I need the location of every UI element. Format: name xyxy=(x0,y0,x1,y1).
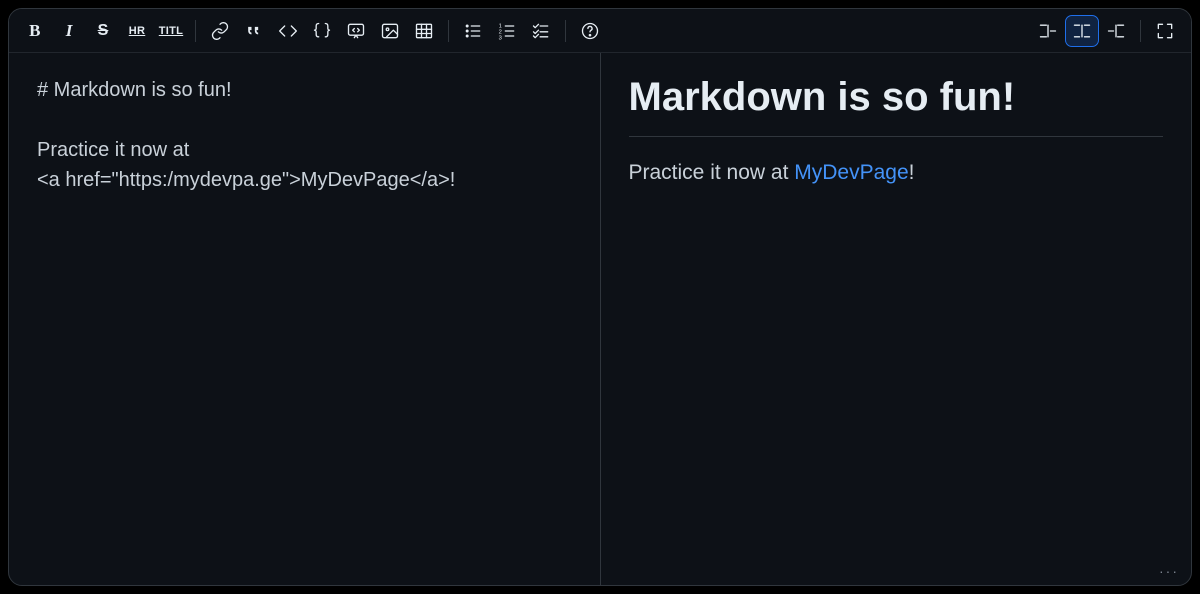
link-button[interactable] xyxy=(204,16,236,46)
toolbar: B I S HR TITL xyxy=(9,9,1191,53)
comment-code-icon xyxy=(346,21,366,41)
toolbar-separator xyxy=(448,20,449,42)
help-button[interactable] xyxy=(574,16,606,46)
preview-text-after: ! xyxy=(909,161,915,184)
image-button[interactable] xyxy=(374,16,406,46)
list-ul-icon xyxy=(463,21,483,41)
title-icon: TITL xyxy=(159,25,183,37)
split-view-button[interactable] xyxy=(1066,16,1098,46)
code-block-button[interactable] xyxy=(306,16,338,46)
code-icon xyxy=(278,21,298,41)
pane-split-icon xyxy=(1072,21,1092,41)
list-ol-icon: 123 xyxy=(497,21,517,41)
preview-pane: Markdown is so fun! Practice it now at M… xyxy=(601,53,1192,585)
toolbar-separator xyxy=(565,20,566,42)
unordered-list-button[interactable] xyxy=(457,16,489,46)
italic-icon: I xyxy=(66,21,73,41)
quote-button[interactable] xyxy=(238,16,270,46)
toolbar-separator xyxy=(195,20,196,42)
pane-right-icon xyxy=(1106,21,1126,41)
image-icon xyxy=(380,21,400,41)
help-icon xyxy=(580,21,600,41)
hr-icon: HR xyxy=(129,25,146,37)
preview-link[interactable]: MyDevPage xyxy=(794,161,908,184)
editor-frame: B I S HR TITL xyxy=(8,8,1192,586)
comment-button[interactable] xyxy=(340,16,372,46)
fullscreen-button[interactable] xyxy=(1149,16,1181,46)
editor-content[interactable]: # Markdown is so fun! Practice it now at… xyxy=(37,75,572,195)
panes: # Markdown is so fun! Practice it now at… xyxy=(9,53,1191,585)
svg-text:3: 3 xyxy=(499,35,502,41)
strikethrough-icon: S xyxy=(98,22,109,40)
bold-icon: B xyxy=(29,21,41,41)
toolbar-separator xyxy=(1140,20,1141,42)
table-button[interactable] xyxy=(408,16,440,46)
link-icon xyxy=(210,21,230,41)
fullscreen-icon xyxy=(1155,21,1175,41)
code-button[interactable] xyxy=(272,16,304,46)
ordered-list-button[interactable]: 123 xyxy=(491,16,523,46)
title-button[interactable]: TITL xyxy=(155,16,187,46)
checklist-button[interactable] xyxy=(525,16,557,46)
editor-only-view-button[interactable] xyxy=(1032,16,1064,46)
italic-button[interactable]: I xyxy=(53,16,85,46)
preview-paragraph: Practice it now at MyDevPage! xyxy=(629,161,1164,185)
strikethrough-button[interactable]: S xyxy=(87,16,119,46)
preview-only-view-button[interactable] xyxy=(1100,16,1132,46)
preview-heading: Markdown is so fun! xyxy=(629,75,1164,137)
editor-pane[interactable]: # Markdown is so fun! Practice it now at… xyxy=(9,53,601,585)
quote-icon xyxy=(244,21,264,41)
checklist-icon xyxy=(531,21,551,41)
preview-text-before: Practice it now at xyxy=(629,161,795,184)
more-menu-button[interactable]: ··· xyxy=(1155,561,1183,581)
pane-left-icon xyxy=(1038,21,1058,41)
bold-button[interactable]: B xyxy=(19,16,51,46)
table-icon xyxy=(414,21,434,41)
braces-icon xyxy=(312,21,332,41)
horizontal-rule-button[interactable]: HR xyxy=(121,16,153,46)
